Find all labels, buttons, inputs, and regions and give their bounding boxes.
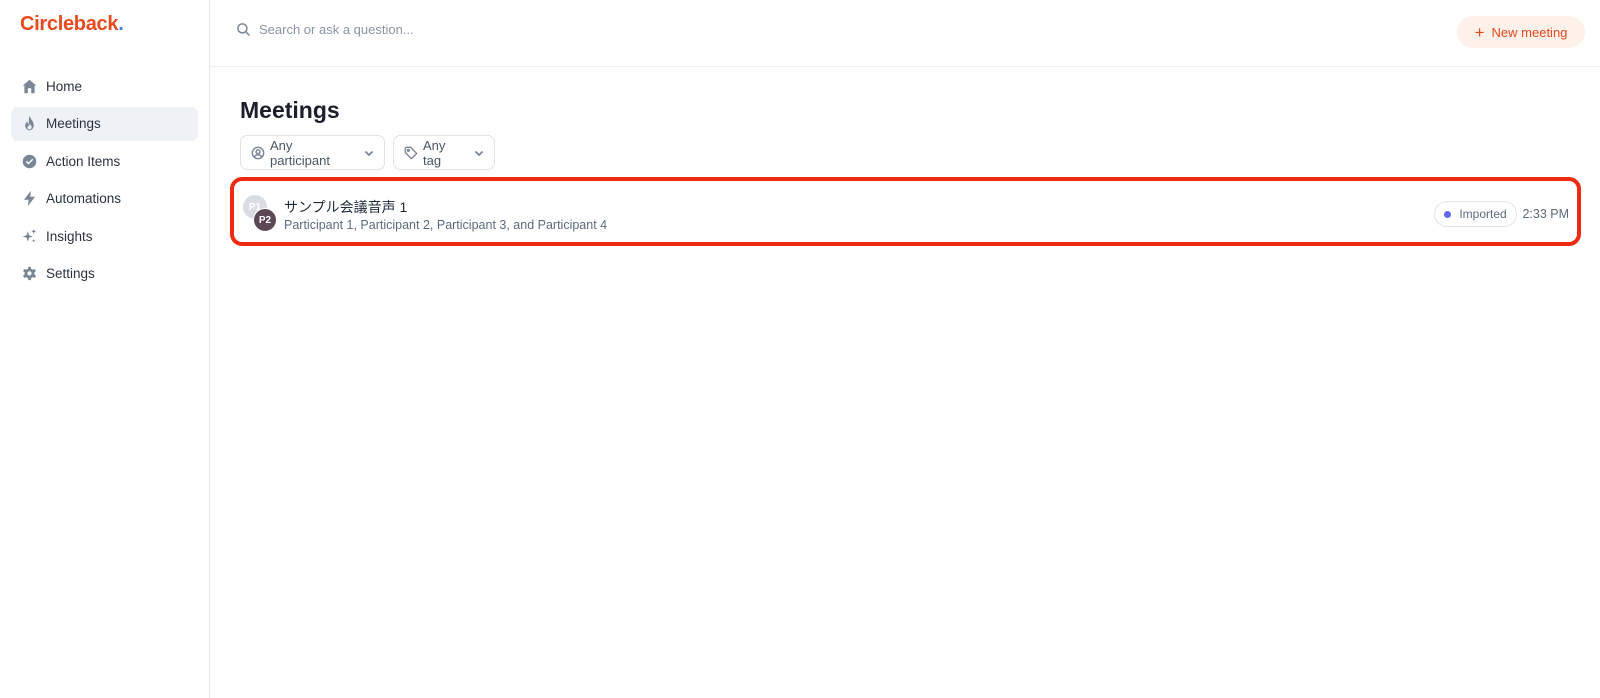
chevron-down-icon bbox=[464, 148, 484, 158]
sidebar-nav: Home Meetings Action Items Automations I… bbox=[11, 69, 198, 294]
tag-filter-label: Any tag bbox=[423, 137, 446, 168]
meeting-list-item[interactable]: P1 P2 サンプル会議音声 1 Participant 1, Particip… bbox=[230, 177, 1581, 246]
sidebar-item-label: Settings bbox=[46, 266, 95, 281]
top-bar: + New meeting bbox=[210, 0, 1600, 67]
sidebar-item-label: Automations bbox=[46, 191, 122, 206]
gear-icon bbox=[20, 265, 38, 283]
sidebar-item-label: Meetings bbox=[46, 116, 101, 131]
meeting-title: サンプル会議音声 1 bbox=[284, 199, 408, 215]
tag-filter-dropdown[interactable]: Any tag bbox=[393, 135, 495, 170]
sidebar-item-insights[interactable]: Insights bbox=[11, 219, 198, 253]
sidebar-item-automations[interactable]: Automations bbox=[11, 182, 198, 216]
participant-filter-label: Any participant bbox=[270, 137, 330, 168]
status-dot-icon bbox=[1444, 210, 1452, 218]
meeting-participants: Participant 1, Participant 2, Participan… bbox=[284, 218, 608, 232]
meeting-time: 2:33 PM bbox=[1522, 207, 1569, 221]
user-circle-icon bbox=[251, 146, 270, 160]
page-title: Meetings bbox=[240, 97, 340, 123]
flame-icon bbox=[20, 115, 38, 133]
avatar: P2 bbox=[253, 208, 277, 232]
lightning-icon bbox=[20, 190, 38, 208]
sidebar: Circleback. Home Meetings Action Items A… bbox=[0, 0, 210, 698]
new-meeting-button[interactable]: + New meeting bbox=[1457, 16, 1585, 48]
status-badge: Imported bbox=[1434, 201, 1517, 227]
plus-icon: + bbox=[1474, 22, 1485, 42]
check-circle-icon bbox=[20, 152, 38, 170]
status-badge-label: Imported bbox=[1459, 207, 1507, 221]
tag-icon bbox=[404, 146, 423, 160]
new-meeting-label: New meeting bbox=[1491, 24, 1568, 40]
search-input[interactable] bbox=[259, 22, 659, 37]
logo-text: Circleback bbox=[20, 13, 119, 35]
logo-dot: . bbox=[118, 13, 124, 35]
sparkles-icon bbox=[20, 227, 38, 245]
sidebar-item-label: Action Items bbox=[46, 153, 121, 169]
home-icon bbox=[20, 77, 38, 95]
sidebar-item-settings[interactable]: Settings bbox=[11, 257, 198, 291]
sidebar-item-home[interactable]: Home bbox=[11, 69, 198, 103]
chevron-down-icon bbox=[354, 148, 374, 158]
search-bar[interactable] bbox=[236, 22, 659, 37]
sidebar-item-label: Home bbox=[46, 78, 83, 94]
participant-filter-dropdown[interactable]: Any participant bbox=[240, 135, 385, 170]
circleback-logo[interactable]: Circleback. bbox=[20, 13, 124, 36]
search-icon bbox=[237, 23, 251, 37]
sidebar-item-action-items[interactable]: Action Items bbox=[11, 144, 198, 178]
sidebar-item-meetings[interactable]: Meetings bbox=[11, 106, 198, 141]
sidebar-item-label: Insights bbox=[46, 228, 93, 244]
